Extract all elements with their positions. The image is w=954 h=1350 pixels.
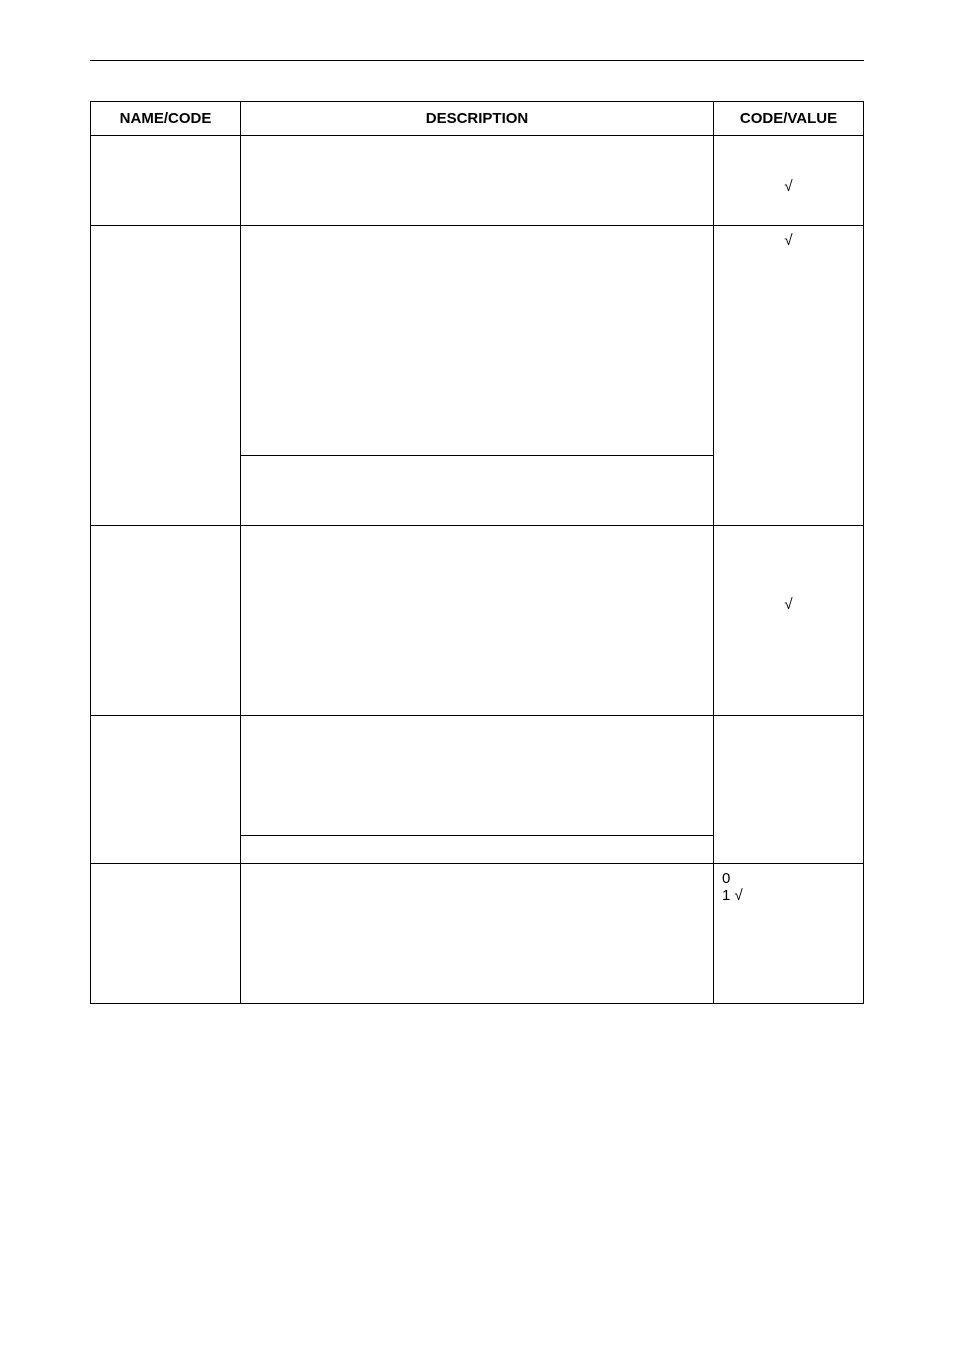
cell-code-value [714,716,864,864]
header-rule [90,60,864,61]
cell-description [241,836,714,864]
cell-description [241,136,714,226]
table-row: 01 √ [91,864,864,1004]
table-row: √ [91,136,864,226]
table-row: √ [91,526,864,716]
spec-table: NAME/CODE DESCRIPTION CODE/VALUE √√√01 √ [90,101,864,1004]
cell-description [241,456,714,526]
cell-name [91,526,241,716]
cell-description [241,716,714,836]
cell-description [241,526,714,716]
cell-code-value: √ [714,226,864,526]
cell-code-value: √ [714,136,864,226]
table-row [91,716,864,836]
cell-name [91,864,241,1004]
header-description: DESCRIPTION [241,102,714,136]
header-name: NAME/CODE [91,102,241,136]
cell-code-value: √ [714,526,864,716]
cell-description [241,864,714,1004]
cell-code-value: 01 √ [714,864,864,1004]
cell-description [241,226,714,456]
table-row: √ [91,226,864,456]
cell-name [91,136,241,226]
table-header-row: NAME/CODE DESCRIPTION CODE/VALUE [91,102,864,136]
cell-name [91,226,241,526]
header-code-value: CODE/VALUE [714,102,864,136]
table-body: √√√01 √ [91,136,864,1004]
cell-name [91,716,241,864]
